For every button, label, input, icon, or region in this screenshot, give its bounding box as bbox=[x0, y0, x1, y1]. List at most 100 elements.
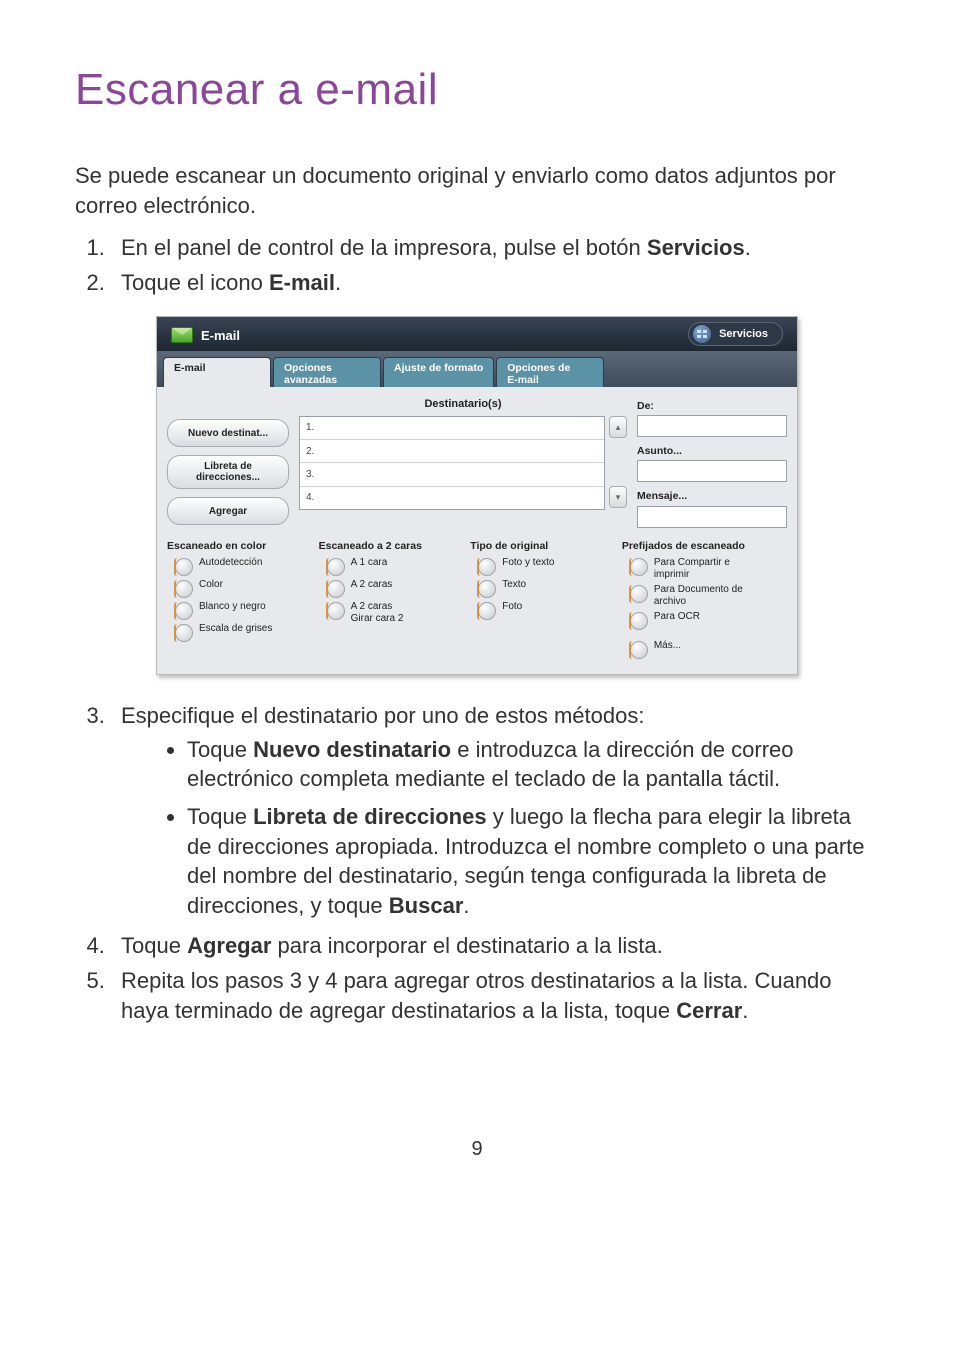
subject-label: Asunto... bbox=[637, 444, 787, 458]
services-label: Servicios bbox=[719, 327, 768, 342]
list-row-4[interactable]: 4. bbox=[300, 487, 604, 509]
step-3b-pre: Toque bbox=[187, 804, 253, 829]
group-presets-title: Prefijados de escaneado bbox=[622, 539, 787, 553]
step-3b-post: . bbox=[463, 893, 469, 918]
step-5: Repita los pasos 3 y 4 para agregar otro… bbox=[111, 966, 879, 1025]
opt-orig-2[interactable]: Texto bbox=[478, 579, 614, 598]
step-1-bold: Servicios bbox=[647, 235, 745, 260]
address-book-label: Libreta de direcciones... bbox=[196, 461, 260, 483]
radio-icon bbox=[327, 558, 345, 576]
group-color-title: Escaneado en color bbox=[167, 539, 311, 553]
step-2-bold: E-mail bbox=[269, 270, 335, 295]
step-3a-pre: Toque bbox=[187, 737, 253, 762]
opt-orig-1[interactable]: Foto y texto bbox=[478, 557, 614, 576]
opt-preset-1[interactable]: Para Compartir e imprimir bbox=[630, 557, 787, 581]
list-row-2[interactable]: 2. bbox=[300, 440, 604, 463]
radio-icon bbox=[327, 580, 345, 598]
opt-preset-3-label: Para OCR bbox=[654, 611, 700, 623]
radio-icon bbox=[630, 641, 648, 659]
group-color: Escaneado en color Autodetección Color B… bbox=[167, 539, 311, 662]
opt-sides-1[interactable]: A 1 cara bbox=[327, 557, 463, 576]
add-button[interactable]: Agregar bbox=[167, 497, 289, 525]
tab-email-options[interactable]: Opciones de E-mail bbox=[496, 357, 604, 387]
recipients-list[interactable]: 1. 2. 3. 4. bbox=[299, 416, 605, 510]
steps-list-top: En el panel de control de la impresora, … bbox=[75, 233, 879, 298]
panel-titlebar: E-mail Servicios bbox=[157, 317, 797, 351]
step-2-post: . bbox=[335, 270, 341, 295]
opt-preset-2[interactable]: Para Documento de archivo bbox=[630, 584, 787, 608]
opt-orig-2-label: Texto bbox=[502, 579, 526, 591]
opt-preset-1-label: Para Compartir e imprimir bbox=[654, 557, 730, 581]
radio-icon bbox=[327, 602, 345, 620]
opt-sides-2[interactable]: A 2 caras bbox=[327, 579, 463, 598]
opt-color-auto[interactable]: Autodetección bbox=[175, 557, 311, 576]
recipients-scrollbar: ▴ ▾ bbox=[609, 416, 627, 508]
radio-icon bbox=[630, 558, 648, 576]
chevron-down-icon: ▾ bbox=[616, 491, 621, 503]
address-book-button[interactable]: Libreta de direcciones... bbox=[167, 455, 289, 489]
radio-icon bbox=[630, 585, 648, 603]
group-original: Tipo de original Foto y texto Texto Foto bbox=[470, 539, 614, 662]
from-label: De: bbox=[637, 399, 787, 413]
tab-advanced-label: Opciones avanzadas bbox=[284, 362, 337, 386]
page-number: 9 bbox=[75, 1136, 879, 1163]
new-recipient-button[interactable]: Nuevo destinat... bbox=[167, 419, 289, 447]
new-recipient-label: Nuevo destinat... bbox=[188, 428, 268, 439]
printer-panel: E-mail Servicios E-mail Opciones avanzad… bbox=[156, 316, 798, 675]
opt-orig-1-label: Foto y texto bbox=[502, 557, 554, 569]
step-3-sublist: Toque Nuevo destinatario e introduzca la… bbox=[121, 735, 879, 921]
add-button-label: Agregar bbox=[209, 506, 247, 517]
radio-icon bbox=[478, 602, 496, 620]
message-label: Mensaje... bbox=[637, 489, 787, 503]
step-4-bold: Agregar bbox=[187, 933, 271, 958]
opt-color-auto-label: Autodetección bbox=[199, 557, 262, 569]
step-5-post: . bbox=[742, 998, 748, 1023]
opt-sides-2rot[interactable]: A 2 caras Girar cara 2 bbox=[327, 601, 463, 625]
tab-email-options-label: Opciones de E-mail bbox=[507, 362, 570, 386]
group-original-title: Tipo de original bbox=[470, 539, 614, 553]
opt-color-bw[interactable]: Blanco y negro bbox=[175, 601, 311, 620]
opt-color-color[interactable]: Color bbox=[175, 579, 311, 598]
chevron-up-icon: ▴ bbox=[616, 421, 621, 433]
options-row: Escaneado en color Autodetección Color B… bbox=[157, 539, 797, 674]
scroll-down-button[interactable]: ▾ bbox=[609, 486, 627, 508]
tab-strip: E-mail Opciones avanzadas Ajuste de form… bbox=[157, 351, 797, 387]
opt-orig-3[interactable]: Foto bbox=[478, 601, 614, 620]
opt-color-gray[interactable]: Escala de grises bbox=[175, 623, 311, 642]
step-1-pre: En el panel de control de la impresora, … bbox=[121, 235, 647, 260]
opt-sides-2rot-label: A 2 caras Girar cara 2 bbox=[351, 601, 404, 625]
step-3b-bold: Libreta de direcciones bbox=[253, 804, 487, 829]
step-5-bold: Cerrar bbox=[676, 998, 742, 1023]
services-button[interactable]: Servicios bbox=[688, 322, 783, 346]
opt-preset-3[interactable]: Para OCR bbox=[630, 611, 787, 630]
step-4-post: para incorporar el destinatario a la lis… bbox=[271, 933, 662, 958]
tab-format-label: Ajuste de formato bbox=[394, 362, 483, 374]
from-field[interactable] bbox=[637, 415, 787, 437]
opt-sides-2-label: A 2 caras bbox=[351, 579, 393, 591]
tab-advanced[interactable]: Opciones avanzadas bbox=[273, 357, 381, 387]
page-title: Escanear a e-mail bbox=[75, 60, 879, 119]
tab-format[interactable]: Ajuste de formato bbox=[383, 357, 494, 387]
step-2: Toque el icono E-mail. bbox=[111, 268, 879, 298]
step-4-pre: Toque bbox=[121, 933, 187, 958]
subject-field[interactable] bbox=[637, 460, 787, 482]
radio-icon bbox=[175, 558, 193, 576]
step-3-text: Especifique el destinatario por uno de e… bbox=[121, 703, 644, 728]
opt-preset-more[interactable]: Más... bbox=[630, 640, 787, 659]
list-row-1[interactable]: 1. bbox=[300, 417, 604, 440]
step-3a-bold: Nuevo destinatario bbox=[253, 737, 451, 762]
services-icon bbox=[693, 325, 711, 343]
list-row-3[interactable]: 3. bbox=[300, 463, 604, 486]
step-4: Toque Agregar para incorporar el destina… bbox=[111, 931, 879, 961]
message-field[interactable] bbox=[637, 506, 787, 528]
recipients-header: Destinatario(s) bbox=[299, 397, 627, 412]
step-3: Especifique el destinatario por uno de e… bbox=[111, 701, 879, 921]
steps-list-bottom: Especifique el destinatario por uno de e… bbox=[75, 701, 879, 1026]
radio-icon bbox=[478, 558, 496, 576]
opt-color-color-label: Color bbox=[199, 579, 223, 591]
work-area: Nuevo destinat... Libreta de direcciones… bbox=[157, 387, 797, 539]
tab-email[interactable]: E-mail bbox=[163, 357, 271, 387]
step-2-pre: Toque el icono bbox=[121, 270, 269, 295]
scroll-up-button[interactable]: ▴ bbox=[609, 416, 627, 438]
fields-column: De: Asunto... Mensaje... bbox=[637, 397, 787, 531]
